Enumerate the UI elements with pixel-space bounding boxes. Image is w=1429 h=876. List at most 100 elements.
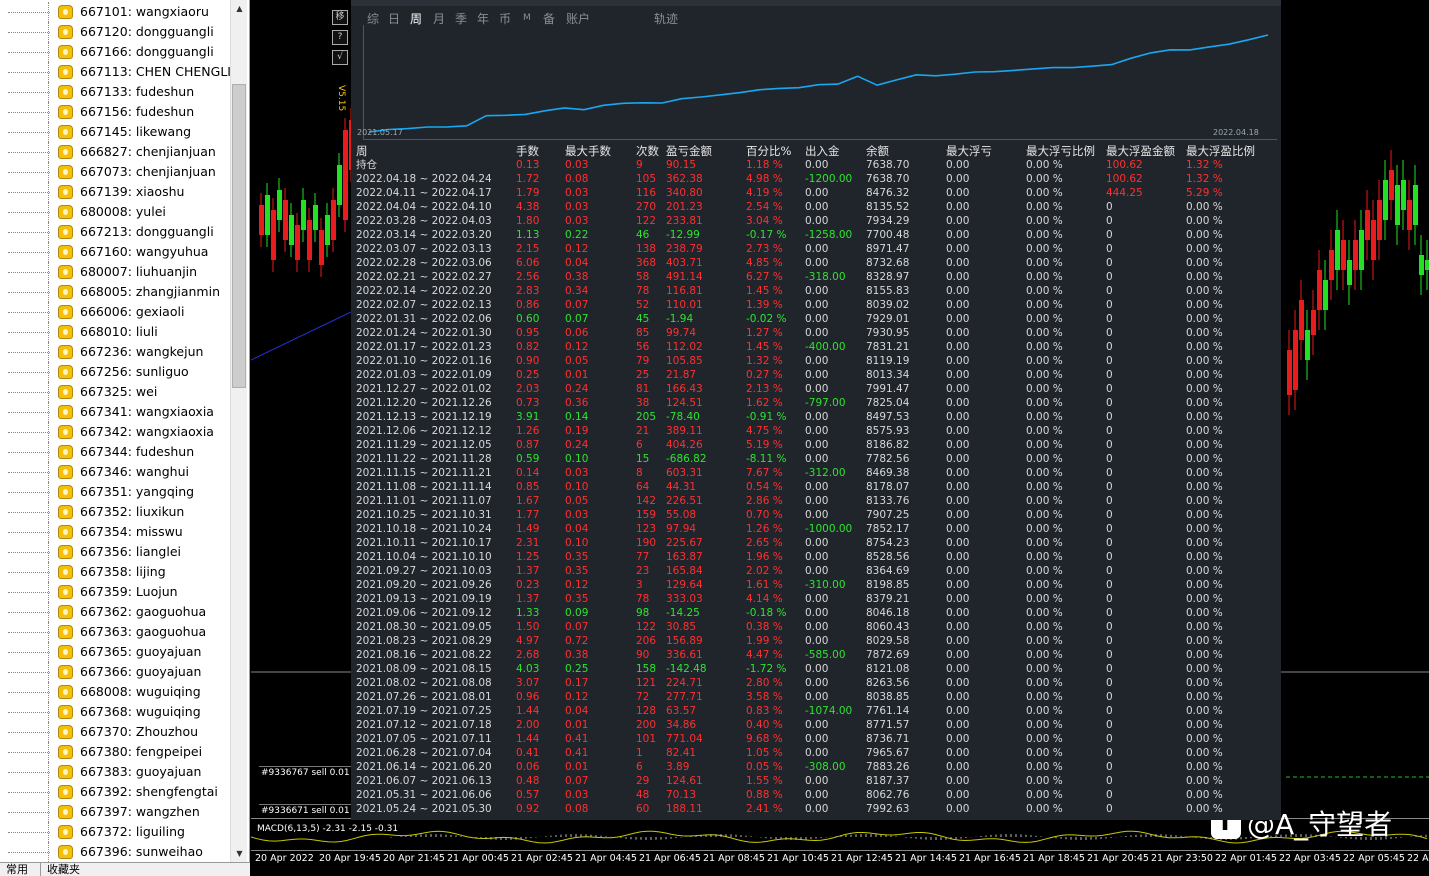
scroll-down-icon[interactable]: ▼ <box>231 845 248 862</box>
account-item[interactable]: 667354: misswu <box>0 522 230 542</box>
account-item[interactable]: 667352: liuxikun <box>0 502 230 522</box>
table-row[interactable]: 2021.10.25 ~ 2021.10.31 1.77 0.03 159 55.08 0… <box>356 508 1276 522</box>
table-row[interactable]: 2022.03.28 ~ 2022.04.03 1.80 0.03 122 233.81… <box>356 214 1276 228</box>
table-row[interactable]: 2021.12.13 ~ 2021.12.19 3.91 0.14 205 -78.40… <box>356 410 1276 424</box>
account-item[interactable]: 667358: lijing <box>0 562 230 582</box>
check-button[interactable]: √ <box>332 50 348 65</box>
table-row[interactable]: 2021.05.24 ~ 2021.05.30 0.92 0.08 60 188.11 2… <box>356 802 1276 816</box>
account-item[interactable]: 668005: zhangjianmin <box>0 282 230 302</box>
scroll-thumb[interactable] <box>232 84 246 388</box>
account-item[interactable]: 680007: liuhuanjin <box>0 262 230 282</box>
account-item[interactable]: 667356: lianglei <box>0 542 230 562</box>
table-row[interactable]: 2022.01.31 ~ 2022.02.06 0.60 0.07 45 -1.94 -0… <box>356 312 1276 326</box>
account-item[interactable]: 667368: wuguiqing <box>0 702 230 722</box>
navigator-scrollbar[interactable]: ▲ ▼ <box>230 0 247 862</box>
table-row[interactable]: 2021.09.13 ~ 2021.09.19 1.37 0.35 78 333.03 4… <box>356 592 1276 606</box>
tab-favorites[interactable]: 收藏夹 <box>40 863 86 876</box>
table-row[interactable]: 2021.09.27 ~ 2021.10.03 1.37 0.35 23 165.84 2… <box>356 564 1276 578</box>
table-row[interactable]: 2022.01.24 ~ 2022.01.30 0.95 0.06 85 99.74 1.… <box>356 326 1276 340</box>
table-row[interactable]: 2021.08.30 ~ 2021.09.05 1.50 0.07 122 30.85 0… <box>356 620 1276 634</box>
table-row[interactable]: 2021.10.18 ~ 2021.10.24 1.49 0.04 123 97.94 1… <box>356 522 1276 536</box>
table-row[interactable]: 2022.02.07 ~ 2022.02.13 0.86 0.07 52 110.01 1… <box>356 298 1276 312</box>
scroll-up-icon[interactable]: ▲ <box>231 0 248 17</box>
tab-common[interactable]: 常用 <box>0 863 34 876</box>
table-row[interactable]: 2022.01.10 ~ 2022.01.16 0.90 0.05 79 105.85 1… <box>356 354 1276 368</box>
account-item[interactable]: 667383: guoyajuan <box>0 762 230 782</box>
account-item[interactable]: 667325: wei <box>0 382 230 402</box>
account-item[interactable]: 667344: fudeshun <box>0 442 230 462</box>
account-item[interactable]: 667213: dongguangli <box>0 222 230 242</box>
table-row[interactable]: 2021.11.15 ~ 2021.11.21 0.14 0.03 8 603.31 7.… <box>356 466 1276 480</box>
account-item[interactable]: 667160: wangyuhua <box>0 242 230 262</box>
account-item[interactable]: 667256: sunliguo <box>0 362 230 382</box>
account-item[interactable]: 667139: xiaoshu <box>0 182 230 202</box>
table-row[interactable]: 2021.07.12 ~ 2021.07.18 2.00 0.01 200 34.86 0… <box>356 718 1276 732</box>
table-row[interactable]: 2022.02.28 ~ 2022.03.06 6.06 0.04 368 403.71… <box>356 256 1276 270</box>
account-item[interactable]: 667346: wanghui <box>0 462 230 482</box>
table-row[interactable]: 2022.01.17 ~ 2022.01.23 0.82 0.12 56 112.02 1… <box>356 340 1276 354</box>
account-item[interactable]: 668010: liuli <box>0 322 230 342</box>
account-item[interactable]: 667101: wangxiaoru <box>0 2 230 22</box>
table-row[interactable]: 2021.11.29 ~ 2021.12.05 0.87 0.24 6 404.26 5.… <box>356 438 1276 452</box>
account-item[interactable]: 667372: liguiling <box>0 822 230 842</box>
account-item[interactable]: 667156: fudeshun <box>0 102 230 122</box>
table-row[interactable]: 2021.10.04 ~ 2021.10.10 1.25 0.35 77 163.87 1… <box>356 550 1276 564</box>
table-row[interactable]: 2021.11.08 ~ 2021.11.14 0.85 0.10 64 44.31 0.… <box>356 480 1276 494</box>
table-row[interactable]: 2021.06.28 ~ 2021.07.04 0.41 0.41 1 82.41 1.0… <box>356 746 1276 760</box>
account-item[interactable]: 668008: wuguiqing <box>0 682 230 702</box>
table-row[interactable]: 2021.11.22 ~ 2021.11.28 0.59 0.10 15 -686.82… <box>356 452 1276 466</box>
account-item[interactable]: 667380: fengpeipei <box>0 742 230 762</box>
period-tab[interactable]: M <box>523 13 531 23</box>
account-item[interactable]: 667396: sunweihao <box>0 842 230 862</box>
table-row[interactable]: 2021.08.16 ~ 2021.08.22 2.68 0.38 90 336.61 4… <box>356 648 1276 662</box>
table-row[interactable]: 2021.07.19 ~ 2021.07.25 1.44 0.04 128 63.57 0… <box>356 704 1276 718</box>
table-row[interactable]: 2021.09.06 ~ 2021.09.12 1.33 0.09 98 -14.25 -… <box>356 606 1276 620</box>
account-item[interactable]: 667113: CHEN CHENGLI <box>0 62 230 82</box>
table-row[interactable]: 2021.08.23 ~ 2021.08.29 4.97 0.72 206 156.89… <box>356 634 1276 648</box>
table-row[interactable]: 2021.07.26 ~ 2021.08.01 0.96 0.12 72 277.71 3… <box>356 690 1276 704</box>
table-row[interactable]: 2022.04.11 ~ 2022.04.17 1.79 0.03 116 340.80… <box>356 186 1276 200</box>
table-row[interactable]: 持仓 0.13 0.03 9 90.15 1.18 % 0.00 7638.70 0.00 0.0… <box>356 158 1276 172</box>
account-item[interactable]: 666827: chenjianjuan <box>0 142 230 162</box>
account-item[interactable]: 667073: chenjianjuan <box>0 162 230 182</box>
account-item[interactable]: 666006: gexiaoli <box>0 302 230 322</box>
account-item[interactable]: 667342: wangxiaoxia <box>0 422 230 442</box>
table-row[interactable]: 2021.12.27 ~ 2022.01.02 2.03 0.24 81 166.43 2… <box>356 382 1276 396</box>
table-row[interactable]: 2022.04.18 ~ 2022.04.24 1.72 0.08 105 362.38… <box>356 172 1276 186</box>
table-row[interactable]: 2021.09.20 ~ 2021.09.26 0.23 0.12 3 129.64 1.… <box>356 578 1276 592</box>
table-row[interactable]: 2021.06.07 ~ 2021.06.13 0.48 0.07 29 124.61 1… <box>356 774 1276 788</box>
account-item[interactable]: 667145: likewang <box>0 122 230 142</box>
account-item[interactable]: 667370: Zhouzhou <box>0 722 230 742</box>
table-row[interactable]: 2022.03.07 ~ 2022.03.13 2.15 0.12 138 238.79… <box>356 242 1276 256</box>
account-item[interactable]: 667365: guoyajuan <box>0 642 230 662</box>
account-item[interactable]: 680008: yulei <box>0 202 230 222</box>
table-row[interactable]: 2022.03.14 ~ 2022.03.20 1.13 0.22 46 -12.99 -… <box>356 228 1276 242</box>
account-item[interactable]: 667363: gaoguohua <box>0 622 230 642</box>
table-row[interactable]: 2022.04.04 ~ 2022.04.10 4.38 0.03 270 201.23… <box>356 200 1276 214</box>
table-row[interactable]: 2021.06.14 ~ 2021.06.20 0.06 0.01 6 3.89 0.05… <box>356 760 1276 774</box>
help-button[interactable]: ? <box>332 30 348 45</box>
account-item[interactable]: 667392: shengfengtai <box>0 782 230 802</box>
table-row[interactable]: 2021.08.09 ~ 2021.08.15 4.03 0.25 158 -142.4… <box>356 662 1276 676</box>
table-row[interactable]: 2022.02.14 ~ 2022.02.20 2.83 0.34 78 116.81 1… <box>356 284 1276 298</box>
table-row[interactable]: 2021.07.05 ~ 2021.07.11 1.44 0.41 101 771.04… <box>356 732 1276 746</box>
account-item[interactable]: 667359: Luojun <box>0 582 230 602</box>
account-item[interactable]: 667351: yangqing <box>0 482 230 502</box>
move-button[interactable]: 移 <box>332 10 348 25</box>
table-row[interactable]: 2021.12.06 ~ 2021.12.12 1.26 0.19 21 389.11 4… <box>356 424 1276 438</box>
account-item[interactable]: 667362: gaoguohua <box>0 602 230 622</box>
table-row[interactable]: 2021.10.11 ~ 2021.10.17 2.31 0.10 190 225.67… <box>356 536 1276 550</box>
account-item[interactable]: 667166: dongguangli <box>0 42 230 62</box>
account-item[interactable]: 667366: guoyajuan <box>0 662 230 682</box>
table-row[interactable]: 2021.05.31 ~ 2021.06.06 0.57 0.03 48 70.13 0.… <box>356 788 1276 802</box>
account-item[interactable]: 667133: fudeshun <box>0 82 230 102</box>
account-item[interactable]: 667397: wangzhen <box>0 802 230 822</box>
table-row[interactable]: 2021.12.20 ~ 2021.12.26 0.73 0.36 38 124.51 1… <box>356 396 1276 410</box>
table-row[interactable]: 2022.01.03 ~ 2022.01.09 0.25 0.01 25 21.87 0.… <box>356 368 1276 382</box>
table-row[interactable]: 2021.08.02 ~ 2021.08.08 3.07 0.17 121 224.71… <box>356 676 1276 690</box>
table-row[interactable]: 2022.02.21 ~ 2022.02.27 2.56 0.38 58 491.14 6… <box>356 270 1276 284</box>
account-item[interactable]: 667120: dongguangli <box>0 22 230 42</box>
table-row[interactable]: 2021.11.01 ~ 2021.11.07 1.67 0.05 142 226.51… <box>356 494 1276 508</box>
account-item[interactable]: 667341: wangxiaoxia <box>0 402 230 422</box>
account-item[interactable]: 667236: wangkejun <box>0 342 230 362</box>
